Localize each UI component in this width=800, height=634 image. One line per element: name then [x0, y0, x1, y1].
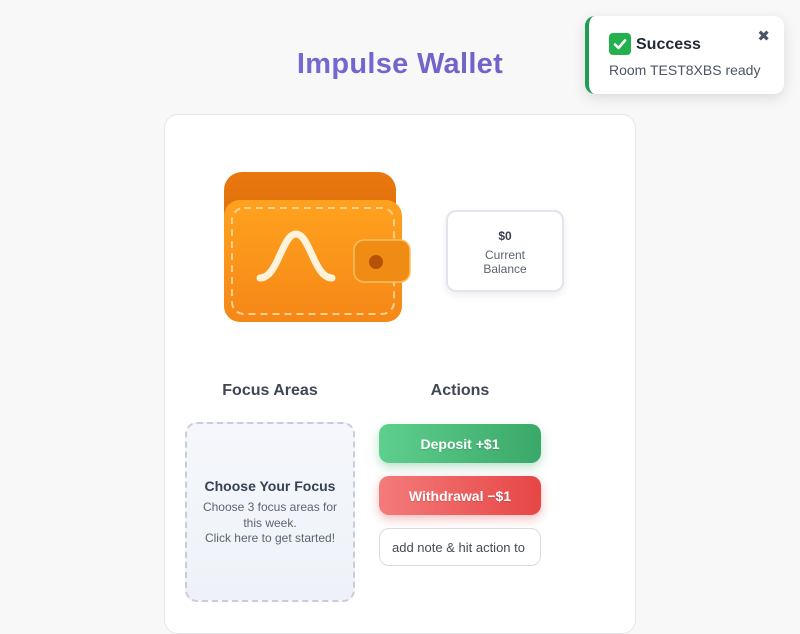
toast-message: Room TEST8XBS ready: [609, 62, 761, 78]
focus-description: Choose 3 focus areas for this week. Clic…: [195, 500, 345, 547]
focus-areas-heading: Focus Areas: [222, 382, 318, 399]
balance-amount: $0: [498, 229, 512, 243]
focus-description-line2: Click here to get started!: [204, 531, 336, 545]
balance-card: $0 Current Balance: [446, 210, 564, 292]
wallet-icon: [224, 172, 411, 322]
focus-title: Choose Your Focus: [204, 478, 336, 494]
toast-title: Success: [636, 36, 701, 53]
note-input[interactable]: [379, 528, 541, 566]
withdraw-button[interactable]: Withdrawal −$1: [379, 476, 541, 515]
choose-focus-card[interactable]: Choose Your Focus Choose 3 focus areas f…: [185, 422, 355, 602]
success-toast: Success Room TEST8XBS ready ✖: [585, 16, 784, 94]
close-icon[interactable]: ✖: [757, 27, 770, 45]
deposit-button[interactable]: Deposit +$1: [379, 424, 541, 463]
actions-heading: Actions: [430, 382, 490, 399]
focus-description-line1: Choose 3 focus areas for this week.: [202, 500, 338, 530]
check-icon: [609, 33, 631, 55]
balance-label: Current Balance: [483, 248, 527, 276]
